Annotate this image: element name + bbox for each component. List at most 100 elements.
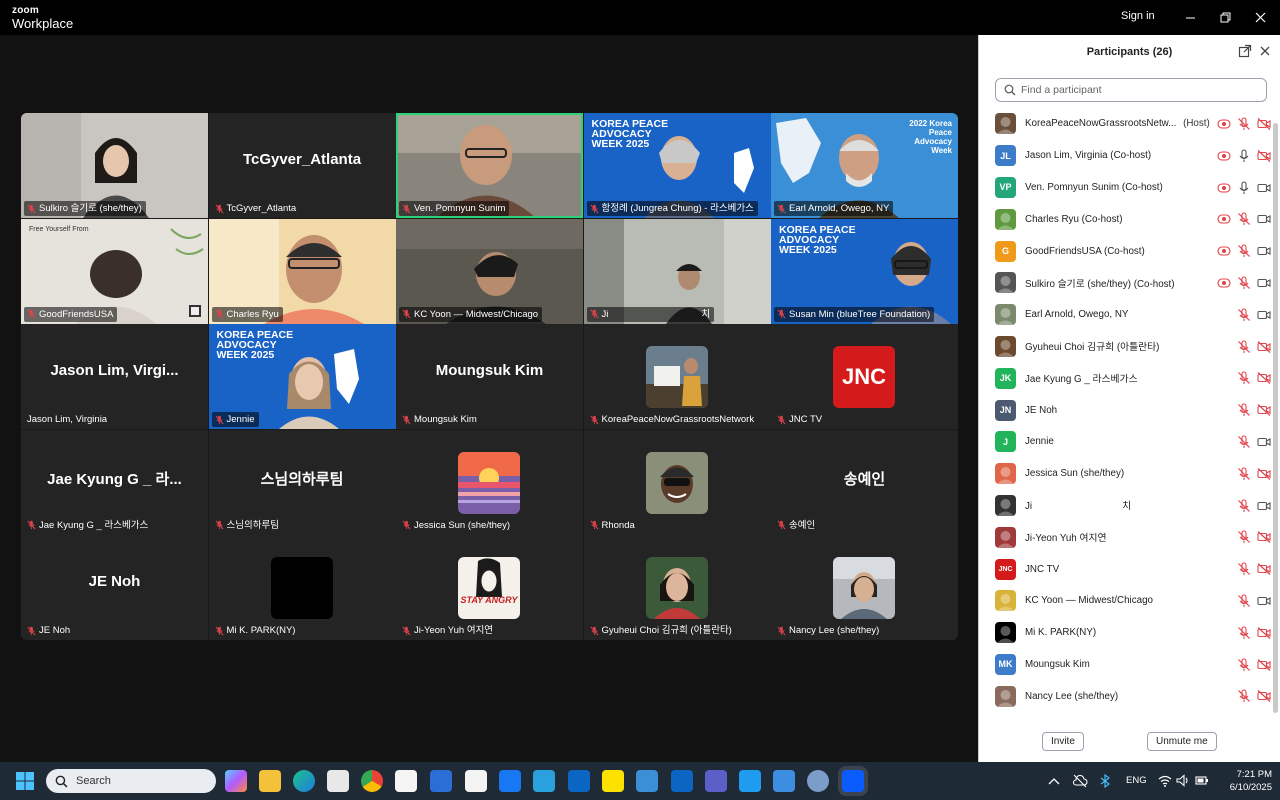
mic-off-icon[interactable] [1237, 276, 1251, 290]
popout-icon[interactable] [1238, 44, 1252, 58]
volume-icon[interactable] [1176, 774, 1190, 787]
participant-search[interactable] [995, 78, 1267, 102]
participant-row[interactable]: Charles Ryu (Co-host) [995, 203, 1271, 235]
video-tile[interactable]: JNC JNC TV [771, 324, 958, 429]
calculator-icon[interactable] [636, 770, 658, 792]
video-tile[interactable]: TcGyver_Atlanta TcGyver_Atlanta [208, 113, 396, 218]
search-input[interactable] [1021, 84, 1251, 96]
sign-in-link[interactable]: Sign in [1121, 10, 1155, 22]
participant-row[interactable]: Nancy Lee (she/they) [995, 680, 1271, 712]
video-tile[interactable]: Jessica Sun (she/they) [396, 429, 583, 535]
video-tile[interactable]: Free Yourself From GoodFriendsUSA [21, 218, 208, 324]
video-tile[interactable]: Gyuheui Choi 김규희 (아틀란타) [583, 535, 771, 640]
mic-on-icon[interactable] [1237, 149, 1251, 163]
youtube-icon[interactable] [465, 770, 487, 792]
camera-off-icon[interactable] [1257, 467, 1271, 481]
video-tile[interactable]: Moungsuk Kim Moungsuk Kim [396, 324, 583, 429]
camera-on-icon[interactable] [1257, 212, 1271, 226]
mic-off-icon[interactable] [1237, 212, 1251, 226]
participant-row[interactable]: VP Ven. Pomnyun Sunim (Co-host) [995, 172, 1271, 204]
taskbar-search[interactable]: Search [46, 769, 216, 793]
participant-row[interactable]: Mi K. PARK(NY) [995, 617, 1271, 649]
minimize-button[interactable] [1177, 6, 1203, 28]
video-tile[interactable]: KC Yoon — Midwest/Chicago [396, 218, 583, 324]
mic-off-icon[interactable] [1237, 499, 1251, 513]
participant-row[interactable]: Sulkiro 슬기로 (she/they) (Co-host) [995, 267, 1271, 299]
participant-row[interactable]: MK Moungsuk Kim [995, 649, 1271, 681]
bluetooth-network-icon[interactable] [1098, 774, 1114, 788]
clock[interactable]: 7:21 PM 6/10/2025 [1212, 768, 1272, 794]
linkedin-icon[interactable] [671, 770, 693, 792]
participant-row[interactable]: G GoodFriendsUSA (Co-host) [995, 235, 1271, 267]
video-tile[interactable]: 2022 Korea Peace Advocacy Week Earl Arnol… [771, 113, 958, 218]
camera-on-icon[interactable] [1257, 276, 1271, 290]
video-tile[interactable]: Charles Ryu [208, 218, 396, 324]
close-panel-icon[interactable] [1258, 44, 1272, 58]
video-tile[interactable]: Ven. Pomnyun Sunim [396, 113, 583, 218]
mic-on-icon[interactable] [1237, 181, 1251, 195]
mic-off-icon[interactable] [1237, 562, 1251, 576]
vscode-icon[interactable] [739, 770, 761, 792]
camera-off-icon[interactable] [1257, 371, 1271, 385]
amazon-icon[interactable] [395, 770, 417, 792]
battery-icon[interactable] [1195, 774, 1209, 787]
video-tile[interactable]: Jae Kyung G _ 라... Jae Kyung G _ 라스베가스 [21, 429, 208, 535]
participant-row[interactable]: J Jennie [995, 426, 1271, 458]
photos-icon[interactable] [773, 770, 795, 792]
invite-button[interactable]: Invite [1042, 732, 1084, 751]
camera-on-icon[interactable] [1257, 435, 1271, 449]
camera-off-icon[interactable] [1257, 117, 1271, 131]
participant-row[interactable]: KC Yoon — Midwest/Chicago [995, 585, 1271, 617]
mic-off-icon[interactable] [1237, 117, 1251, 131]
kakaotalk-icon[interactable] [602, 770, 624, 792]
video-tile[interactable]: 스님의하루팀 스님의하루팀 [208, 429, 396, 535]
participant-row[interactable]: KoreaPeaceNowGrassrootsNetw... (Host) [995, 108, 1271, 140]
camera-off-icon[interactable] [1257, 340, 1271, 354]
edge-icon[interactable] [293, 770, 315, 792]
video-tile[interactable]: Mi K. PARK(NY) [208, 535, 396, 640]
windows-start-icon[interactable] [14, 770, 36, 792]
chrome-icon[interactable] [361, 770, 383, 792]
camera-on-icon[interactable] [1257, 181, 1271, 195]
chevron-up-icon[interactable] [1048, 776, 1060, 786]
video-tile[interactable]: KOREA PEACE ADVOCACY WEEK 2025 Susan Min … [771, 218, 958, 324]
prime-video-icon[interactable] [430, 770, 452, 792]
camera-off-icon[interactable] [1257, 149, 1271, 163]
camera-off-icon[interactable] [1257, 626, 1271, 640]
mic-off-icon[interactable] [1237, 657, 1251, 672]
video-tile[interactable]: KOREA PEACE ADVOCACY WEEK 2025 Jennie [208, 324, 396, 429]
camera-off-icon[interactable] [1257, 562, 1271, 576]
video-tile[interactable]: 송예인 송예인 [771, 429, 958, 535]
video-tile[interactable]: STAY ANGRY Ji-Yeon Yuh 여지연 [396, 535, 583, 640]
participant-row[interactable]: JL Jason Lim, Virginia (Co-host) [995, 140, 1271, 172]
participant-row[interactable]: JNC JNC TV [995, 553, 1271, 585]
camera-off-icon[interactable] [1257, 658, 1271, 672]
video-tile[interactable]: Jason Lim, Virgi... Jason Lim, Virginia [21, 324, 208, 429]
video-tile[interactable]: KOREA PEACE ADVOCACY WEEK 2025 함정례 (Jungr… [583, 113, 771, 218]
participant-row[interactable]: Ji 치 [995, 490, 1271, 522]
video-tile[interactable]: KoreaPeaceNowGrassrootsNetwork [583, 324, 771, 429]
panel-scrollbar[interactable] [1273, 123, 1278, 713]
cloud-off-icon[interactable] [1072, 774, 1088, 788]
mic-off-icon[interactable] [1237, 689, 1251, 703]
close-window-button[interactable] [1247, 6, 1273, 28]
video-tile[interactable]: Nancy Lee (she/they) [771, 535, 958, 640]
facebook-icon[interactable] [499, 770, 521, 792]
mic-off-icon[interactable] [1237, 467, 1251, 481]
participant-row[interactable]: JK Jae Kyung G _ 라스베가스 [995, 362, 1271, 394]
camera-on-icon[interactable] [1257, 244, 1271, 258]
camera-on-icon[interactable] [1257, 308, 1271, 322]
video-tile[interactable]: Sulkiro 슬기로 (she/they) [21, 113, 208, 218]
mic-off-icon[interactable] [1237, 435, 1251, 449]
participant-row[interactable]: Gyuheui Choi 김규희 (아틀란타) [995, 331, 1271, 363]
participant-row[interactable]: Jessica Sun (she/they) [995, 458, 1271, 490]
mic-off-icon[interactable] [1237, 530, 1251, 544]
participant-row[interactable]: JN JE Noh [995, 394, 1271, 426]
unmute-me-button[interactable]: Unmute me [1147, 732, 1217, 751]
participant-row[interactable]: Earl Arnold, Owego, NY [995, 299, 1271, 331]
camera-off-icon[interactable] [1257, 403, 1271, 417]
video-tile[interactable]: Rhonda [583, 429, 771, 535]
microsoft-store-icon[interactable] [327, 770, 349, 792]
copilot-icon[interactable] [225, 770, 247, 792]
wifi-icon[interactable] [1158, 774, 1172, 787]
